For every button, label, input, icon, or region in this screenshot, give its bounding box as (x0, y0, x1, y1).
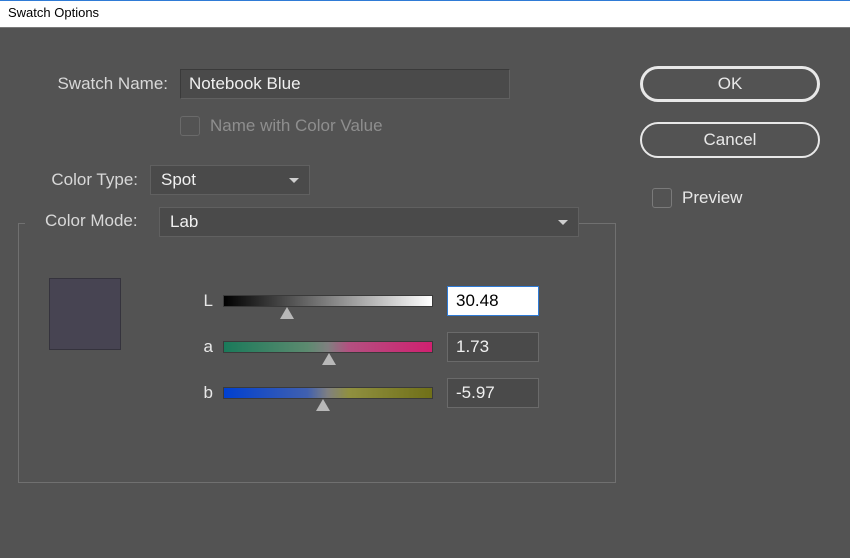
lab-a-input[interactable] (447, 332, 539, 362)
lab-b-label: b (189, 383, 213, 403)
name-with-color-value-checkbox (180, 116, 200, 136)
color-mode-value: Lab (170, 212, 198, 232)
window-title: Swatch Options (8, 5, 99, 20)
color-mode-label: Color Mode: (43, 211, 140, 231)
chevron-down-icon (558, 220, 568, 225)
name-with-color-value-label: Name with Color Value (210, 116, 383, 136)
lab-b-input[interactable] (447, 378, 539, 408)
slider-thumb-icon[interactable] (322, 353, 336, 365)
color-mode-select[interactable]: Lab (159, 207, 579, 237)
lab-l-slider[interactable] (223, 295, 433, 307)
lab-a-slider[interactable] (223, 341, 433, 353)
color-type-label: Color Type: (0, 170, 150, 190)
lab-b-slider[interactable] (223, 387, 433, 399)
lab-a-row: a (189, 331, 539, 363)
ok-button-label: OK (718, 74, 743, 94)
lab-l-label: L (189, 291, 213, 311)
lab-l-row: L (189, 285, 539, 317)
slider-thumb-icon[interactable] (316, 399, 330, 411)
color-type-value: Spot (161, 170, 196, 190)
dialog-body: Swatch Name: Name with Color Value Color… (0, 28, 850, 558)
preview-toggle-row: Preview (640, 188, 840, 208)
lab-b-row: b (189, 377, 539, 409)
slider-thumb-icon[interactable] (280, 307, 294, 319)
side-panel: OK Cancel Preview (640, 28, 840, 558)
preview-checkbox[interactable] (652, 188, 672, 208)
lab-l-input[interactable] (447, 286, 539, 316)
lab-a-label: a (189, 337, 213, 357)
color-preview-swatch (49, 278, 121, 350)
color-type-select[interactable]: Spot (150, 165, 310, 195)
cancel-button-label: Cancel (704, 130, 757, 150)
swatch-name-input[interactable] (180, 69, 510, 99)
preview-label: Preview (682, 188, 742, 208)
cancel-button[interactable]: Cancel (640, 122, 820, 158)
color-mode-fieldset: Color Mode: Lab L a (18, 223, 616, 483)
swatch-name-label: Swatch Name: (0, 74, 180, 94)
window-titlebar: Swatch Options (0, 0, 850, 28)
ok-button[interactable]: OK (640, 66, 820, 102)
chevron-down-icon (289, 178, 299, 183)
main-panel: Swatch Name: Name with Color Value Color… (0, 28, 640, 558)
